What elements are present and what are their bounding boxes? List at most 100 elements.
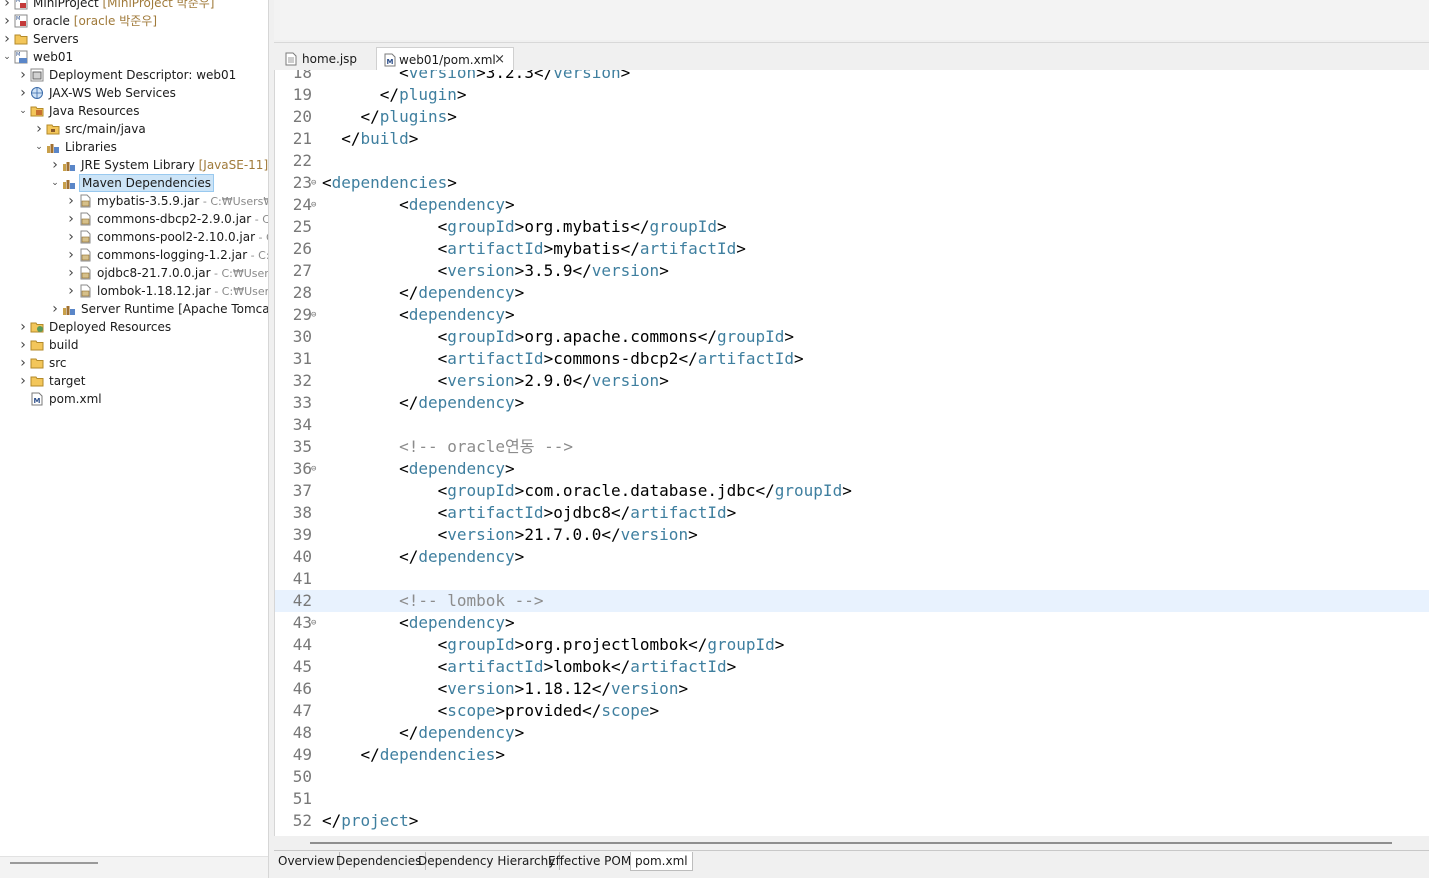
fold-toggle-icon[interactable]: ⊖ (311, 458, 316, 480)
code-line[interactable]: 32 <version>2.9.0</version> (275, 370, 1429, 392)
tree-item[interactable]: › JRE System Library [JavaSE-11] (0, 156, 268, 174)
chevron-right-icon[interactable]: › (2, 30, 12, 48)
code-line[interactable]: 43 ⊖ <dependency> (275, 612, 1429, 634)
chevron-down-icon[interactable]: ⌄ (50, 174, 60, 192)
code-line[interactable]: 27 <version>3.5.9</version> (275, 260, 1429, 282)
xml-tag-name: version (408, 70, 477, 82)
code-line[interactable]: 18 <version>3.2.3</version> (275, 70, 1429, 84)
chevron-right-icon[interactable]: › (50, 300, 60, 318)
chevron-right-icon[interactable]: › (66, 264, 76, 282)
code-line[interactable]: 45 <artifactId>lombok</artifactId> (275, 656, 1429, 678)
line-number: 28 (292, 283, 312, 302)
code-line[interactable]: 44 <groupId>org.projectlombok</groupId> (275, 634, 1429, 656)
tree-item[interactable]: › build (0, 336, 268, 354)
fold-toggle-icon[interactable]: ⊖ (311, 194, 316, 216)
code-line[interactable]: 31 <artifactId>commons-dbcp2</artifactId… (275, 348, 1429, 370)
code-line[interactable]: 22 (275, 150, 1429, 172)
code-line[interactable]: 37 <groupId>com.oracle.database.jdbc</gr… (275, 480, 1429, 502)
tree-item[interactable]: › commons-logging-1.2.jar - C:₩ (0, 246, 268, 264)
tree-item[interactable]: ⌄ Mweb01 (0, 48, 268, 66)
code-line[interactable]: 34 (275, 414, 1429, 436)
chevron-right-icon[interactable]: › (2, 12, 12, 30)
code-line[interactable]: 39 <version>21.7.0.0</version> (275, 524, 1429, 546)
xml-code-editor[interactable]: 18 <version>3.2.3</version> 19 </plugin> 2… (274, 70, 1429, 836)
tree-item[interactable]: › Moracle [oracle 박준우] (0, 12, 268, 30)
chevron-right-icon[interactable]: › (18, 84, 28, 102)
pom-tab-overview[interactable]: Overview (274, 852, 340, 870)
tree-item[interactable]: › Deployed Resources (0, 318, 268, 336)
tree-item[interactable]: › Deployment Descriptor: web01 (0, 66, 268, 84)
tree-item[interactable]: › ojdbc8-21.7.0.0.jar - C:₩Users₩ (0, 264, 268, 282)
xml-tag-name: artifactId (447, 349, 544, 368)
code-line[interactable]: 48 </dependency> (275, 722, 1429, 744)
chevron-right-icon[interactable]: › (66, 282, 76, 300)
tree-item[interactable]: › src (0, 354, 268, 372)
chevron-right-icon[interactable]: › (18, 336, 28, 354)
code-line[interactable]: 50 (275, 766, 1429, 788)
tab-home-jsp[interactable]: home.jsp (278, 47, 372, 71)
chevron-right-icon[interactable]: › (18, 66, 28, 84)
code-line[interactable]: 49 </dependencies> (275, 744, 1429, 766)
code-line[interactable]: 46 <version>1.18.12</version> (275, 678, 1429, 700)
code-line[interactable]: 52 </project> (275, 810, 1429, 832)
code-line[interactable]: 29 ⊖ <dependency> (275, 304, 1429, 326)
tree-item[interactable]: › lombok-1.18.12.jar - C:₩Users₩ (0, 282, 268, 300)
tree-item[interactable]: ⌄ Java Resources (0, 102, 268, 120)
code-line[interactable]: 19 </plugin> (275, 84, 1429, 106)
code-line[interactable]: 20 </plugins> (275, 106, 1429, 128)
code-line[interactable]: 26 <artifactId>mybatis</artifactId> (275, 238, 1429, 260)
fold-toggle-icon[interactable]: ⊖ (311, 172, 316, 194)
code-line[interactable]: 23 ⊖ <dependencies> (275, 172, 1429, 194)
fold-toggle-icon[interactable]: ⊖ (311, 612, 316, 634)
tree-item[interactable]: › target (0, 372, 268, 390)
chevron-right-icon[interactable]: › (66, 246, 76, 264)
tree-item[interactable]: › Servers (0, 30, 268, 48)
tree-item[interactable]: › src/main/java (0, 120, 268, 138)
tree-item[interactable]: ⌄ Libraries (0, 138, 268, 156)
code-line[interactable]: 30 <groupId>org.apache.commons</groupId> (275, 326, 1429, 348)
close-icon[interactable]: × (494, 48, 505, 72)
chevron-right-icon[interactable]: › (18, 318, 28, 336)
code-line[interactable]: 28 </dependency> (275, 282, 1429, 304)
pom-tab-pom-xml[interactable]: pom.xml (630, 852, 693, 871)
tree-item[interactable]: ⌄ Maven Dependencies (0, 174, 268, 192)
chevron-right-icon[interactable]: › (18, 372, 28, 390)
code-line[interactable]: 24 ⊖ <dependency> (275, 194, 1429, 216)
tree-item[interactable]: › mybatis-3.5.9.jar - C:₩Users₩Ac (0, 192, 268, 210)
tree-item[interactable]: › commons-dbcp2-2.9.0.jar - C:₩ (0, 210, 268, 228)
chevron-right-icon[interactable]: › (66, 228, 76, 246)
tree-item[interactable]: › M MiniProject [MiniProject 박준우] (0, 0, 268, 12)
chevron-right-icon[interactable]: › (66, 192, 76, 210)
chevron-down-icon[interactable]: ⌄ (18, 102, 28, 120)
code-line[interactable]: 25 <groupId>org.mybatis</groupId> (275, 216, 1429, 238)
tree-item[interactable]: › JAX-WS Web Services (0, 84, 268, 102)
fold-toggle-icon[interactable]: ⊖ (311, 304, 316, 326)
code-line[interactable]: 33 </dependency> (275, 392, 1429, 414)
current-code-line[interactable]: 42 <!-- lombok --> (275, 590, 1429, 612)
chevron-right-icon[interactable]: › (34, 120, 44, 138)
code-line[interactable]: 35 <!-- oracle연동 --> (275, 436, 1429, 458)
code-line[interactable]: 21 </build> (275, 128, 1429, 150)
chevron-down-icon[interactable]: ⌄ (34, 138, 44, 156)
xml-tag-name: scope (601, 701, 650, 720)
explorer-horizontal-scrollbar[interactable] (10, 862, 98, 864)
code-line[interactable]: 47 <scope>provided</scope> (275, 700, 1429, 722)
code-line[interactable]: 40 </dependency> (275, 546, 1429, 568)
chevron-right-icon[interactable]: › (66, 210, 76, 228)
tree-item[interactable]: › Server Runtime [Apache Tomcat v (0, 300, 268, 318)
pom-tab-effective-pom[interactable]: Effective POM (544, 852, 637, 870)
code-line[interactable]: 36 ⊖ <dependency> (275, 458, 1429, 480)
tree-item[interactable]: › commons-pool2-2.10.0.jar - C: (0, 228, 268, 246)
code-line[interactable]: 51 (275, 788, 1429, 810)
chevron-right-icon[interactable]: › (50, 156, 60, 174)
pom-tab-dependencies[interactable]: Dependencies (332, 852, 427, 870)
code-line[interactable]: 38 <artifactId>ojdbc8</artifactId> (275, 502, 1429, 524)
pom-tab-dependency-hierarchy[interactable]: Dependency Hierarchy (414, 852, 561, 870)
editor-horizontal-scrollbar[interactable] (310, 842, 1392, 844)
chevron-right-icon[interactable]: › (18, 354, 28, 372)
tree-item[interactable]: Mpom.xml (0, 390, 268, 408)
code-line[interactable]: 41 (275, 568, 1429, 590)
chevron-right-icon[interactable]: › (2, 0, 12, 12)
chevron-down-icon[interactable]: ⌄ (2, 48, 12, 66)
tab-web01-pom-xml[interactable]: M web01/pom.xml × (376, 47, 514, 72)
